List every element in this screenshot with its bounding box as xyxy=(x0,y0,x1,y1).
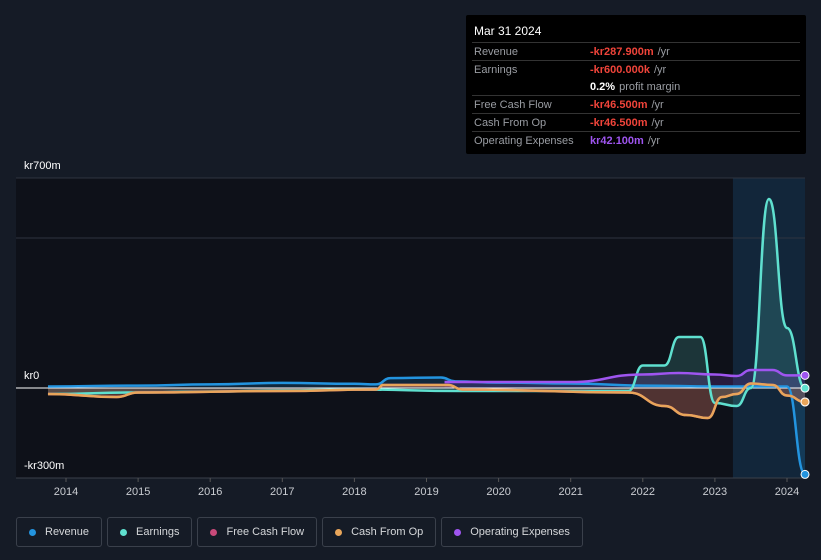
legend-item-free-cash-flow[interactable]: Free Cash Flow xyxy=(197,517,318,547)
tooltip-row: Revenue -kr287.900m/yr xyxy=(472,42,800,60)
legend-item-earnings[interactable]: Earnings xyxy=(107,517,193,547)
x-tick-label: 2017 xyxy=(270,486,294,498)
legend-label: Cash From Op xyxy=(351,526,424,538)
tooltip-row: Operating Expenses kr42.100m/yr xyxy=(472,131,800,149)
tooltip-value: -kr46.500m xyxy=(590,98,648,111)
y-tick-label: -kr300m xyxy=(24,460,65,472)
tooltip-row: Free Cash Flow -kr46.500m/yr xyxy=(472,95,800,113)
legend-dot-icon xyxy=(29,528,36,536)
tooltip-label: Earnings xyxy=(474,63,518,76)
x-tick-label: 2018 xyxy=(342,486,366,498)
tooltip-label: Operating Expenses xyxy=(474,134,574,147)
y-tick-label: kr0 xyxy=(24,370,40,382)
tooltip-label: Revenue xyxy=(474,45,519,58)
y-tick-label: kr700m xyxy=(24,160,61,172)
tooltip-value: kr42.100m xyxy=(590,134,644,147)
series-end-point xyxy=(800,370,810,380)
legend-item-revenue[interactable]: Revenue xyxy=(16,517,103,547)
tooltip-unit: /yr xyxy=(647,134,661,147)
legend-label: Earnings xyxy=(136,526,180,538)
legend-dot-icon xyxy=(210,528,218,536)
series-end-point xyxy=(800,469,810,479)
tooltip-value: -kr600.000k xyxy=(590,63,650,76)
legend-item-operating-expenses[interactable]: Operating Expenses xyxy=(441,517,583,547)
tooltip-unit: /yr xyxy=(653,63,667,76)
legend-label: Revenue xyxy=(45,526,90,538)
tooltip-label: Cash From Op xyxy=(474,116,547,129)
legend-label: Free Cash Flow xyxy=(226,526,305,538)
tooltip-unit: /yr xyxy=(651,116,664,129)
legend-item-cash-from-op[interactable]: Cash From Op xyxy=(322,517,437,547)
legend-label: Operating Expenses xyxy=(470,526,570,538)
tooltip-row: Earnings -kr600.000k/yr xyxy=(472,60,800,78)
x-tick-label: 2015 xyxy=(126,486,150,498)
tooltip-row: 0.2% profit margin xyxy=(472,78,800,95)
x-tick-label: 2019 xyxy=(414,486,438,498)
tooltip-value: -kr46.500m xyxy=(590,116,648,129)
x-tick-label: 2020 xyxy=(486,486,510,498)
tooltip-label: Free Cash Flow xyxy=(474,98,552,111)
plot-area xyxy=(16,178,805,478)
tooltip-value: 0.2% xyxy=(590,80,616,93)
legend: Revenue Earnings Free Cash Flow Cash From O… xyxy=(16,517,583,547)
x-tick-label: 2022 xyxy=(631,486,655,498)
tooltip-unit: /yr xyxy=(657,45,670,58)
tooltip-unit: /yr xyxy=(651,98,664,111)
x-tick-label: 2023 xyxy=(703,486,727,498)
tooltip-value: -kr287.900m xyxy=(590,45,654,58)
tooltip-unit: profit margin xyxy=(619,80,681,93)
legend-dot-icon xyxy=(454,528,462,536)
x-tick-label: 2014 xyxy=(54,486,78,498)
tooltip-date: Mar 31 2024 xyxy=(474,24,542,38)
x-tick-label: 2016 xyxy=(198,486,222,498)
x-tick-label: 2021 xyxy=(558,486,582,498)
x-tick-label: 2024 xyxy=(775,486,799,498)
tooltip-row: Cash From Op -kr46.500m/yr xyxy=(472,113,800,131)
tooltip: Mar 31 2024 Revenue -kr287.900m/yr Earning… xyxy=(466,15,806,154)
series-end-point xyxy=(800,383,810,393)
legend-dot-icon xyxy=(120,528,128,536)
series-end-point xyxy=(800,397,810,407)
legend-dot-icon xyxy=(335,528,343,536)
